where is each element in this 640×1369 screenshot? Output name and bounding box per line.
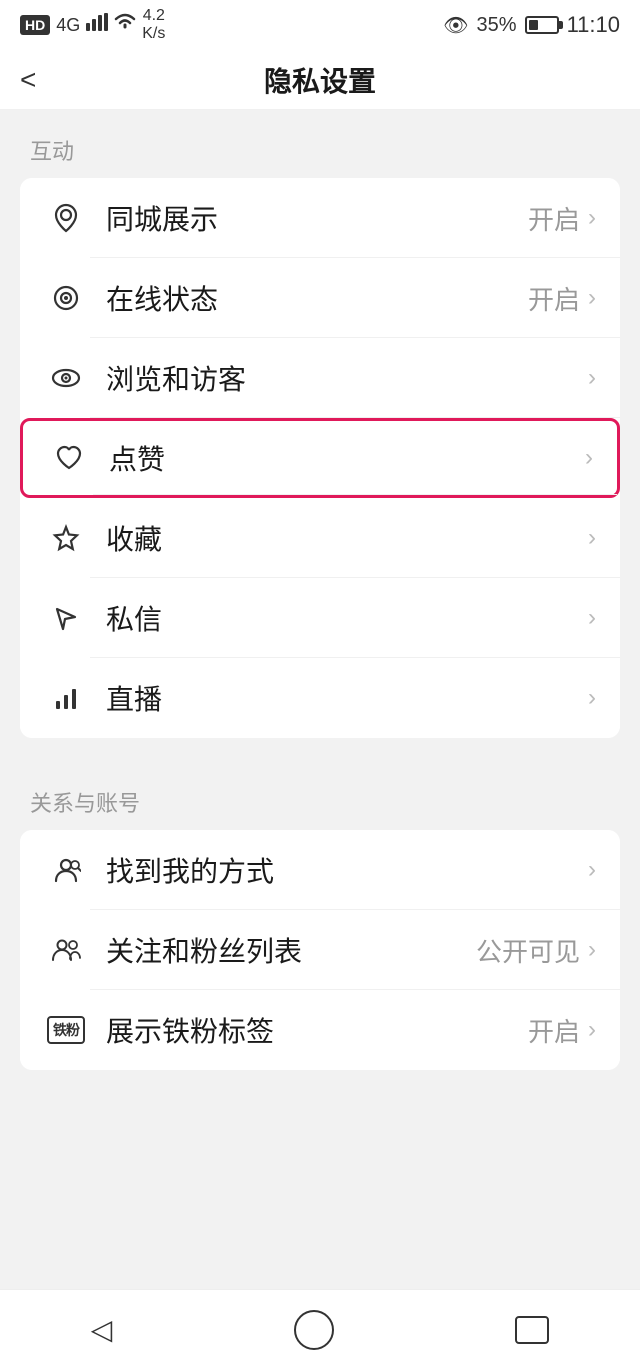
hudong-card: 同城展示 开启 › 在线状态 开启 › 浏览和访客 › <box>20 178 620 738</box>
top-nav: < 隐私设置 <box>0 50 640 110</box>
message-label: 私信 <box>106 598 580 638</box>
findme-label: 找到我的方式 <box>106 850 580 890</box>
battery-percent: 35% <box>477 14 517 37</box>
online-icon <box>44 276 88 320</box>
menu-item-browse[interactable]: 浏览和访客 › <box>20 338 620 418</box>
nav-back-button[interactable]: ◁ <box>91 1313 113 1346</box>
tiefen-arrow: › <box>588 1016 596 1044</box>
back-button[interactable]: < <box>20 64 36 96</box>
live-icon <box>44 676 88 720</box>
follow-label: 关注和粉丝列表 <box>106 930 476 970</box>
menu-item-online[interactable]: 在线状态 开启 › <box>20 258 620 338</box>
status-left: HD 4G 4.2K/s <box>20 7 165 42</box>
tongcheng-arrow: › <box>588 204 596 232</box>
menu-item-collect[interactable]: 收藏 › <box>20 498 620 578</box>
menu-item-findme[interactable]: 找到我的方式 › <box>20 830 620 910</box>
nav-recent-button[interactable] <box>515 1316 549 1344</box>
status-right: 👁 35% 11:10 <box>443 12 620 38</box>
live-label: 直播 <box>106 678 580 718</box>
account-card: 找到我的方式 › 关注和粉丝列表 公开可见 › 铁粉 展示铁粉标签 开启 › <box>20 830 620 1070</box>
page-title: 隐私设置 <box>264 60 376 100</box>
menu-item-live[interactable]: 直播 › <box>20 658 620 738</box>
findme-icon <box>44 848 88 892</box>
like-icon <box>47 436 91 480</box>
network-speed: 4.2K/s <box>142 7 165 42</box>
online-value: 开启 <box>528 280 580 317</box>
battery-icon <box>525 16 559 34</box>
tiefen-value: 开启 <box>528 1012 580 1049</box>
collect-arrow: › <box>588 524 596 552</box>
collect-icon <box>44 516 88 560</box>
status-bar: HD 4G 4.2K/s 👁 35% 11:10 <box>0 0 640 50</box>
signal-bars <box>86 13 108 37</box>
like-arrow: › <box>585 444 593 472</box>
collect-label: 收藏 <box>106 518 580 558</box>
tiefen-label: 展示铁粉标签 <box>106 1010 528 1050</box>
menu-item-message[interactable]: 私信 › <box>20 578 620 658</box>
follow-value: 公开可见 <box>476 932 580 969</box>
message-icon <box>44 596 88 640</box>
browse-label: 浏览和访客 <box>106 358 580 398</box>
wifi-icon <box>114 13 136 37</box>
online-label: 在线状态 <box>106 278 528 318</box>
battery-fill <box>529 20 538 30</box>
hd-badge: HD <box>20 15 50 35</box>
section-label-hudong: 互动 <box>0 110 640 178</box>
menu-item-follow[interactable]: 关注和粉丝列表 公开可见 › <box>20 910 620 990</box>
online-arrow: › <box>588 284 596 312</box>
follow-arrow: › <box>588 936 596 964</box>
signal-4g: 4G <box>56 15 80 36</box>
location-icon <box>44 196 88 240</box>
clock: 11:10 <box>567 12 620 38</box>
like-label: 点赞 <box>109 438 577 478</box>
eye-status-icon: 👁 <box>443 13 468 38</box>
tongcheng-label: 同城展示 <box>106 198 528 238</box>
findme-arrow: › <box>588 856 596 884</box>
tongcheng-value: 开启 <box>528 200 580 237</box>
section-label-account: 关系与账号 <box>0 762 640 830</box>
nav-home-button[interactable] <box>294 1310 334 1350</box>
follow-icon <box>44 928 88 972</box>
menu-item-tiefen[interactable]: 铁粉 展示铁粉标签 开启 › <box>20 990 620 1070</box>
live-arrow: › <box>588 684 596 712</box>
message-arrow: › <box>588 604 596 632</box>
bottom-nav: ◁ <box>0 1289 640 1369</box>
menu-item-like[interactable]: 点赞 › <box>20 418 620 498</box>
browse-arrow: › <box>588 364 596 392</box>
menu-item-tongcheng[interactable]: 同城展示 开启 › <box>20 178 620 258</box>
tiefen-icon: 铁粉 <box>44 1008 88 1052</box>
browse-icon <box>44 356 88 400</box>
